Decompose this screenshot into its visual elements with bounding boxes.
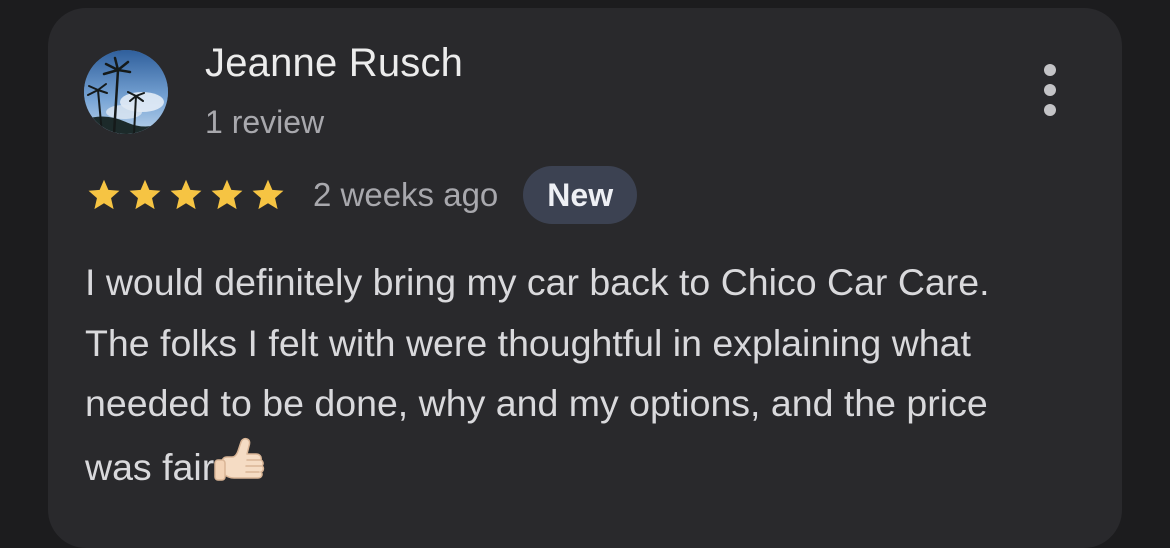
review-card: Jeanne Rusch 1 review 2 weeks ago New I …: [48, 8, 1122, 548]
review-date: 2 weeks ago: [313, 176, 499, 213]
star-icon: [88, 179, 120, 210]
new-badge: New: [523, 166, 638, 224]
star-icon: [170, 179, 202, 210]
more-options-icon: [1044, 64, 1056, 76]
reviewer-name[interactable]: Jeanne Rusch: [205, 41, 463, 86]
more-options-button[interactable]: [1030, 60, 1070, 120]
star-icon: [252, 179, 284, 210]
rating-row: 2 weeks ago New: [86, 165, 638, 225]
star-icon: [211, 179, 243, 210]
thumbs-up-icon: [214, 437, 265, 481]
star-icon: [129, 179, 161, 210]
avatar-image: [84, 50, 168, 134]
avatar[interactable]: [84, 50, 168, 134]
review-text: I would definitely bring my car back to …: [85, 252, 1045, 497]
star-rating: [86, 177, 291, 213]
review-count[interactable]: 1 review: [205, 104, 324, 141]
